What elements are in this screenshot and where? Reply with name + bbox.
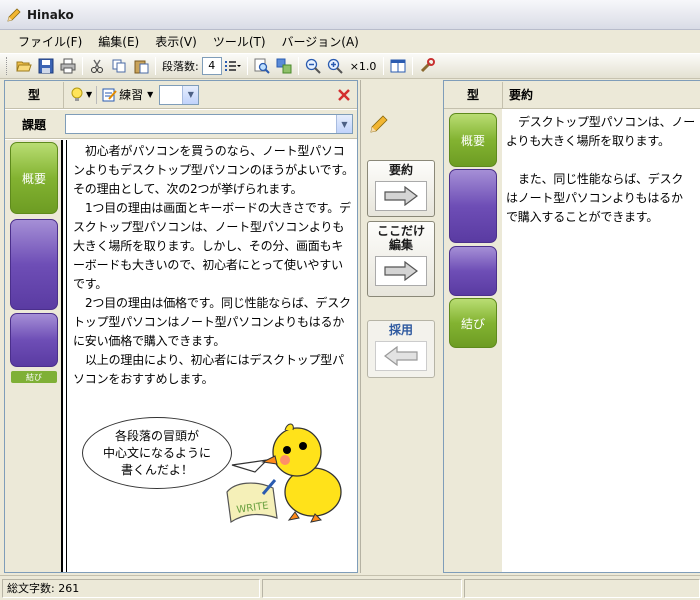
paragraph[interactable]: 2つ目の理由は価格です。同じ性能ならば、デスクトップ型パソコンはノート型パソコン…: [73, 294, 354, 351]
split-view-icon[interactable]: [387, 55, 409, 77]
speech-line: 書くんだよ！: [120, 462, 193, 477]
cut-icon[interactable]: [86, 55, 108, 77]
paragraph[interactable]: 1つ目の理由は画面とキーボードの大きさです。デスクトップ型パソコンは、ノート型パ…: [73, 199, 354, 294]
toolbar-separator: [82, 57, 83, 75]
summarize-button[interactable]: 要約: [367, 160, 435, 217]
close-icon[interactable]: [337, 88, 351, 102]
status-bar: 総文字数: 261: [0, 575, 700, 600]
pencil-icon: [7, 7, 21, 22]
type-button-body-1[interactable]: [449, 169, 497, 243]
adopt-label: 採用: [388, 323, 413, 337]
mode-dropdown[interactable]: 練習 ▼: [101, 86, 153, 103]
mode-label: 練習: [119, 88, 144, 102]
menu-view[interactable]: 表示(V): [147, 31, 205, 53]
conclusion-tag[interactable]: 結び: [11, 371, 57, 383]
replace-icon[interactable]: [273, 55, 295, 77]
summary-line[interactable]: で購入することができます。: [506, 208, 700, 227]
arrow-left-icon: [375, 341, 427, 371]
find-icon[interactable]: [251, 55, 273, 77]
type-button-conclusion[interactable]: 結び: [449, 298, 497, 348]
summary-title: 要約: [509, 88, 534, 102]
menu-bar: ファイル(F) 編集(E) 表示(V) ツール(T) バージョン(A): [0, 31, 700, 53]
menu-file[interactable]: ファイル(F): [10, 31, 90, 53]
toolbar: 段落数: 4 ×1.0: [0, 53, 700, 79]
summary-header: 型 要約: [444, 81, 700, 109]
zoom-out-icon[interactable]: [302, 55, 324, 77]
status-cell: [262, 578, 462, 598]
header-divider: [96, 85, 98, 104]
type-header: 型: [27, 88, 40, 102]
zoom-level: ×1.0: [349, 59, 377, 73]
type-button-body-2[interactable]: [449, 246, 497, 296]
toolbar-separator: [412, 57, 414, 75]
paste-icon[interactable]: [130, 55, 152, 77]
paragraph-list-icon[interactable]: [222, 55, 244, 77]
toolbar-separator: [383, 57, 385, 75]
settings-wrench-icon[interactable]: [416, 55, 438, 77]
save-icon[interactable]: [35, 55, 57, 77]
arrow-right-icon: [375, 181, 427, 211]
print-icon[interactable]: [57, 55, 79, 77]
toolbar-separator: [155, 57, 156, 75]
type-button-body-2[interactable]: [10, 313, 58, 367]
paragraph[interactable]: 以上の理由により、初心者にはデスクトップ型パソコンをおすすめします。: [73, 351, 354, 389]
app-window: Hinako ファイル(F) 編集(E) 表示(V) ツール(T) バージョン(…: [0, 0, 700, 600]
open-folder-icon[interactable]: [13, 55, 35, 77]
zoom-in-icon[interactable]: [324, 55, 346, 77]
menu-version[interactable]: バージョン(A): [274, 31, 367, 53]
copy-icon[interactable]: [108, 55, 130, 77]
task-label: 課題: [21, 117, 46, 132]
hint-dropdown[interactable]: ▼: [70, 87, 92, 103]
toolbar-grip[interactable]: [6, 57, 9, 75]
summary-text-area[interactable]: デスクトップ型パソコンは、ノー よりも大きく場所を取ります。 また、同じ性能なら…: [504, 109, 700, 572]
paragraph-count-field[interactable]: 4: [201, 57, 222, 75]
pencil-icon: [370, 115, 388, 133]
lightbulb-icon: [71, 87, 83, 101]
paragraph[interactable]: 初心者がパソコンを買うのなら、ノート型パソコンよりもデスクトップ型パソコンのほう…: [73, 142, 354, 199]
summary-type-column: 概要 結び: [444, 109, 502, 572]
summary-line[interactable]: デスクトップ型パソコンは、ノー: [506, 113, 700, 132]
window-title: Hinako: [27, 7, 74, 22]
chick-mascot-icon: WRITE: [226, 423, 342, 524]
menu-tools[interactable]: ツール(T): [205, 31, 274, 53]
editor-header: 型 ▼ 練習 ▼ ▼: [5, 81, 357, 109]
task-select[interactable]: ▼: [65, 114, 353, 134]
summarize-label: 要約: [388, 163, 413, 177]
summary-line[interactable]: よりも大きく場所を取ります。: [506, 132, 700, 151]
paragraph-type-column: 概要 結び: [5, 140, 63, 572]
chevron-down-icon: ▼: [86, 90, 93, 99]
type-header: 型: [466, 88, 479, 102]
menu-edit[interactable]: 編集(E): [90, 31, 147, 53]
edit-here-button[interactable]: ここだけ 編集: [367, 221, 435, 297]
practice-icon: [102, 88, 117, 101]
char-count: 総文字数: 261: [2, 578, 260, 598]
type-button-body-1[interactable]: [10, 219, 58, 310]
adopt-button[interactable]: 採用: [367, 320, 435, 378]
arrow-right-icon: [375, 256, 427, 286]
speech-line: 各段落の冒頭が: [114, 428, 199, 443]
summary-line[interactable]: はノート型パソコンよりもはるか: [506, 189, 700, 208]
edit-here-label: 編集: [388, 238, 413, 252]
paragraph-count-label: 段落数:: [162, 60, 199, 73]
type-button-overview[interactable]: 概要: [449, 113, 497, 167]
edit-here-label: ここだけ: [376, 224, 425, 238]
summary-panel: 型 要約 概要 結び デスクトップ型パソコンは、ノー よりも大きく場所を取ります…: [443, 80, 700, 573]
speech-bubble: 各段落の冒頭が 中心文になるように 書くんだよ！: [82, 417, 232, 489]
task-row: 課題 ▼: [5, 110, 357, 139]
status-cell: [464, 578, 700, 598]
summary-line[interactable]: また、同じ性能ならば、デスク: [506, 170, 700, 189]
speech-line: 中心文になるように: [102, 445, 211, 460]
type-button-overview[interactable]: 概要: [10, 142, 58, 214]
chevron-down-icon: ▼: [336, 115, 352, 133]
action-panel: 要約 ここだけ 編集 採用: [360, 80, 440, 573]
header-divider: [63, 81, 64, 108]
chevron-down-icon: ▼: [147, 90, 154, 99]
toolbar-separator: [297, 57, 299, 75]
mode-select[interactable]: ▼: [159, 84, 200, 105]
toolbar-separator: [246, 57, 248, 75]
chevron-down-icon: ▼: [182, 85, 199, 104]
title-bar: Hinako: [0, 0, 700, 30]
